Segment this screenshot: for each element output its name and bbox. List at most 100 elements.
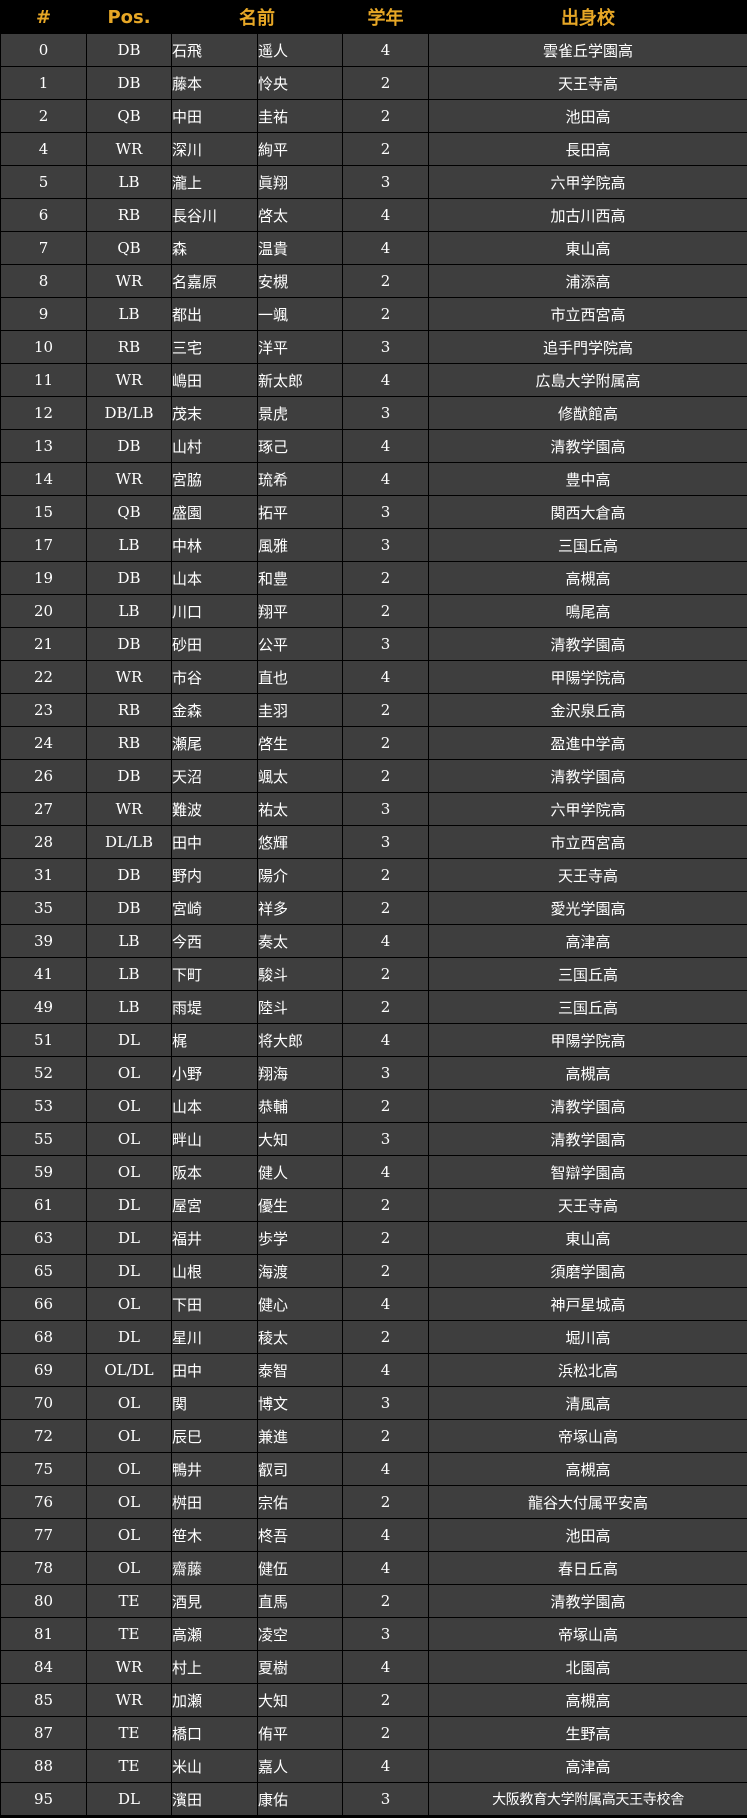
player-school: 神戸星城高	[428, 1287, 747, 1321]
player-school: 高津高	[428, 1749, 747, 1783]
player-grade: 4	[342, 1353, 429, 1387]
player-grade: 2	[342, 1320, 429, 1354]
player-school: 堀川高	[428, 1320, 747, 1354]
player-school: 高槻高	[428, 561, 747, 595]
player-first-name: 啓太	[257, 198, 343, 232]
player-number: 5	[0, 165, 87, 199]
player-number: 6	[0, 198, 87, 232]
player-first-name: 宗佑	[257, 1485, 343, 1519]
player-grade: 2	[342, 99, 429, 133]
player-school: 天王寺高	[428, 1188, 747, 1222]
player-number: 41	[0, 957, 87, 991]
player-grade: 4	[342, 660, 429, 694]
player-position: WR	[86, 792, 172, 826]
player-school: 加古川西高	[428, 198, 747, 232]
player-first-name: 祥多	[257, 891, 343, 925]
header-name: 名前	[171, 0, 343, 34]
player-school: 追手門学院高	[428, 330, 747, 364]
player-school: 帝塚山高	[428, 1419, 747, 1453]
player-last-name: 高瀬	[171, 1617, 258, 1651]
player-last-name: 都出	[171, 297, 258, 331]
table-row: 66 OL 下田 健心 4 神戸星城高	[0, 1287, 747, 1321]
player-first-name: 圭祐	[257, 99, 343, 133]
player-position: OL	[86, 1056, 172, 1090]
player-school: 北園高	[428, 1650, 747, 1684]
player-number: 95	[0, 1782, 87, 1816]
player-position: TE	[86, 1749, 172, 1783]
player-first-name: 大知	[257, 1683, 343, 1717]
table-row: 85 WR 加瀬 大知 2 高槻高	[0, 1683, 747, 1717]
player-position: LB	[86, 924, 172, 958]
player-number: 39	[0, 924, 87, 958]
table-row: 22 WR 市谷 直也 4 甲陽学院高	[0, 660, 747, 694]
player-school: 鳴尾高	[428, 594, 747, 628]
player-grade: 2	[342, 66, 429, 100]
player-last-name: 山根	[171, 1254, 258, 1288]
player-last-name: 瀧上	[171, 165, 258, 199]
player-first-name: 陸斗	[257, 990, 343, 1024]
player-grade: 2	[342, 132, 429, 166]
player-last-name: 難波	[171, 792, 258, 826]
table-row: 63 DL 福井 歩学 2 東山高	[0, 1221, 747, 1255]
table-row: 52 OL 小野 翔海 3 高槻高	[0, 1056, 747, 1090]
player-number: 61	[0, 1188, 87, 1222]
player-school: 甲陽学院高	[428, 1023, 747, 1057]
table-row: 27 WR 難波 祐太 3 六甲学院高	[0, 792, 747, 826]
player-first-name: 翔海	[257, 1056, 343, 1090]
player-first-name: 将大郎	[257, 1023, 343, 1057]
player-first-name: 怜央	[257, 66, 343, 100]
player-position: WR	[86, 132, 172, 166]
player-number: 22	[0, 660, 87, 694]
player-grade: 4	[342, 1452, 429, 1486]
header-grade: 学年	[342, 0, 429, 34]
player-grade: 2	[342, 1254, 429, 1288]
player-school: 長田高	[428, 132, 747, 166]
player-first-name: 眞翔	[257, 165, 343, 199]
player-first-name: 悠輝	[257, 825, 343, 859]
player-last-name: 下町	[171, 957, 258, 991]
table-row: 84 WR 村上 夏樹 4 北園高	[0, 1650, 747, 1684]
player-school: 浦添高	[428, 264, 747, 298]
player-first-name: 恭輔	[257, 1089, 343, 1123]
player-number: 72	[0, 1419, 87, 1453]
player-grade: 4	[342, 1155, 429, 1189]
player-number: 7	[0, 231, 87, 265]
player-grade: 4	[342, 462, 429, 496]
player-position: TE	[86, 1716, 172, 1750]
player-grade: 2	[342, 1188, 429, 1222]
player-number: 31	[0, 858, 87, 892]
player-first-name: 遥人	[257, 33, 343, 67]
table-row: 17 LB 中林 風雅 3 三国丘高	[0, 528, 747, 562]
header-row: # Pos. 名前 学年 出身校	[0, 0, 747, 34]
player-last-name: 中林	[171, 528, 258, 562]
player-first-name: 圭羽	[257, 693, 343, 727]
player-first-name: 稜太	[257, 1320, 343, 1354]
player-grade: 4	[342, 198, 429, 232]
player-school: 清教学園高	[428, 429, 747, 463]
table-row: 59 OL 阪本 健人 4 智辯学園高	[0, 1155, 747, 1189]
player-last-name: 屋宮	[171, 1188, 258, 1222]
player-school: 雲雀丘学園高	[428, 33, 747, 67]
table-row: 1 DB 藤本 怜央 2 天王寺高	[0, 66, 747, 100]
player-last-name: 下田	[171, 1287, 258, 1321]
player-position: DL	[86, 1221, 172, 1255]
table-row: 6 RB 長谷川 啓太 4 加古川西高	[0, 198, 747, 232]
table-row: 13 DB 山村 琢己 4 清教学園高	[0, 429, 747, 463]
player-first-name: 嘉人	[257, 1749, 343, 1783]
player-position: LB	[86, 528, 172, 562]
player-number: 68	[0, 1320, 87, 1354]
player-first-name: 颯太	[257, 759, 343, 793]
player-position: LB	[86, 990, 172, 1024]
player-grade: 2	[342, 726, 429, 760]
player-position: QB	[86, 99, 172, 133]
player-first-name: 健人	[257, 1155, 343, 1189]
table-row: 15 QB 盛園 拓平 3 関西大倉高	[0, 495, 747, 529]
player-grade: 3	[342, 825, 429, 859]
table-row: 75 OL 鴨井 叡司 4 高槻高	[0, 1452, 747, 1486]
player-first-name: 安槻	[257, 264, 343, 298]
player-first-name: 奏太	[257, 924, 343, 958]
player-school: 天王寺高	[428, 66, 747, 100]
table-row: 87 TE 橋口 侑平 2 生野高	[0, 1716, 747, 1750]
player-school: 龍谷大付属平安高	[428, 1485, 747, 1519]
player-first-name: 柊吾	[257, 1518, 343, 1552]
